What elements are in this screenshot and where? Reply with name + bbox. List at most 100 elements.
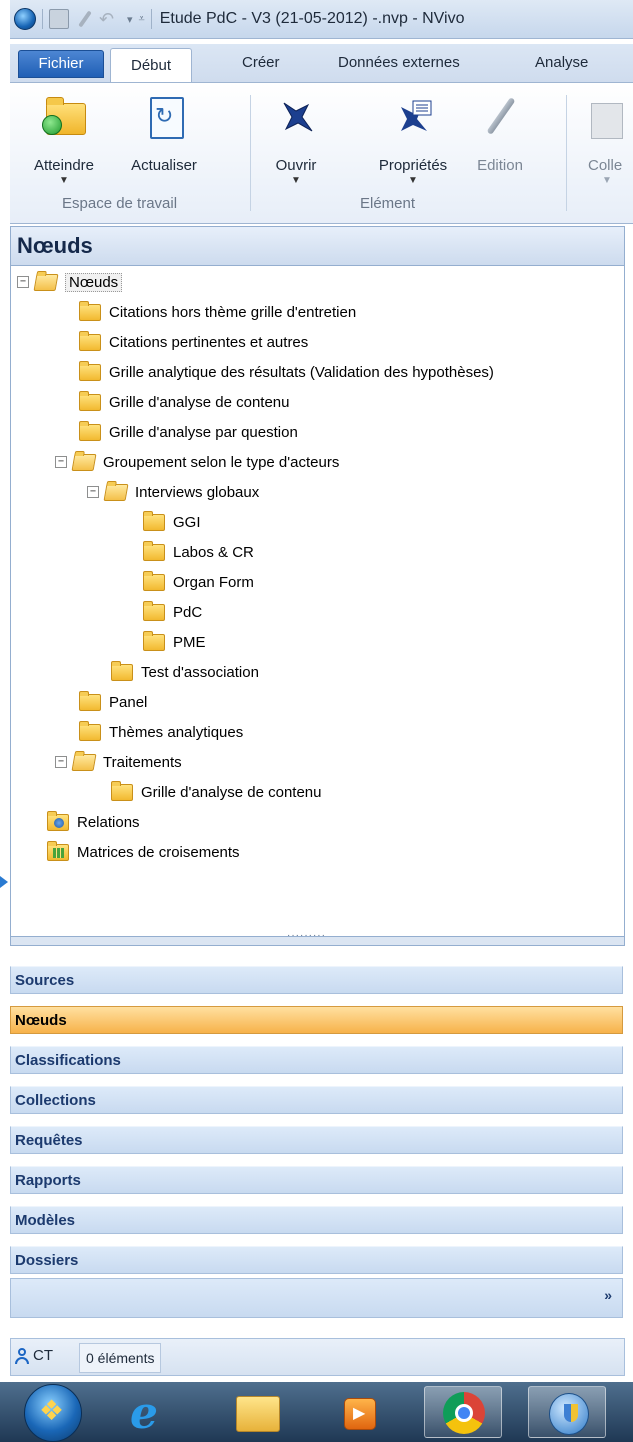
tree-item[interactable]: Citations pertinentes et autres — [79, 328, 308, 356]
tree-item-label: Grille d'analyse par question — [109, 423, 298, 441]
folder-icon — [79, 390, 101, 411]
tree-item[interactable]: − Interviews globaux — [87, 478, 259, 506]
taskbar-chrome[interactable] — [424, 1386, 502, 1438]
folder-icon — [79, 420, 101, 441]
properties-icon — [391, 95, 435, 139]
tab-donnees-externes[interactable]: Données externes — [338, 54, 460, 71]
tree-item[interactable]: − Groupement selon le type d'acteurs — [55, 448, 339, 476]
pen-icon[interactable] — [75, 10, 93, 28]
item-count: 0 éléments — [79, 1343, 162, 1373]
tree-item[interactable]: PdC — [143, 598, 202, 626]
folder-icon — [79, 360, 101, 381]
save-icon[interactable] — [49, 9, 69, 29]
title-bar: ↶ ▾ ⩡ Etude PdC - V3 (21-05-2012) -.nvp … — [10, 0, 633, 39]
tree-item[interactable]: Grille d'analyse de contenu — [79, 388, 289, 416]
relations-folder-icon — [47, 810, 69, 831]
nav-button-requetes[interactable]: Requêtes — [10, 1126, 623, 1154]
tree-item-label: Traitements — [103, 753, 182, 771]
tree-item[interactable]: PME — [143, 628, 206, 656]
tree-item[interactable]: − Traitements — [55, 748, 182, 776]
folder-go-icon — [42, 95, 86, 139]
tree-item[interactable]: Organ Form — [143, 568, 254, 596]
nav-header: Nœuds — [10, 226, 625, 266]
ouvrir-label: Ouvrir — [275, 157, 317, 174]
edition-label: Edition — [477, 157, 523, 174]
nav-more-bar[interactable]: » — [10, 1278, 623, 1318]
tree-item[interactable]: Thèmes analytiques — [79, 718, 243, 746]
matrix-folder-icon — [47, 840, 69, 861]
tree-item-label: Groupement selon le type d'acteurs — [103, 453, 340, 471]
tree-item-label: Test d'association — [141, 663, 259, 681]
taskbar: e — [0, 1382, 633, 1442]
tab-debut[interactable]: Début — [110, 48, 193, 83]
tree-item-label: PdC — [173, 603, 203, 621]
collapse-icon[interactable]: − — [55, 456, 67, 468]
nav-button-rapports[interactable]: Rapports — [10, 1166, 623, 1194]
tree-item-label: Panel — [109, 693, 148, 711]
tree-item[interactable]: Panel — [79, 688, 147, 716]
tree-item[interactable]: Test d'association — [111, 658, 259, 686]
folder-icon — [79, 300, 101, 321]
user-initials: CT — [33, 1347, 53, 1364]
undo-icon[interactable]: ↶ — [99, 10, 121, 28]
folder-open-icon — [71, 453, 97, 471]
tree-item[interactable]: Grille d'analyse de contenu — [111, 778, 321, 806]
tree-item-label: Matrices de croisements — [77, 843, 240, 861]
taskbar-nvivo[interactable] — [528, 1386, 606, 1438]
nav-button-collections[interactable]: Collections — [10, 1086, 623, 1114]
tree-item[interactable]: GGI — [143, 508, 201, 536]
tab-analyse[interactable]: Analyse — [535, 54, 588, 71]
folder-icon — [79, 690, 101, 711]
folder-open-icon — [33, 273, 59, 291]
folder-icon — [143, 510, 165, 531]
start-button-icon[interactable] — [24, 1384, 82, 1442]
tree-item-label: Grille d'analyse de contenu — [141, 783, 322, 801]
pane-splitter[interactable] — [10, 930, 625, 946]
pin-icon — [274, 95, 318, 139]
tree-item-label: Thèmes analytiques — [109, 723, 244, 741]
actualiser-button[interactable]: Actualiser — [114, 95, 214, 174]
ribbon-tabs: Fichier Début Créer Données externes Ana… — [10, 44, 633, 83]
tree-item[interactable]: Matrices de croisements — [47, 838, 240, 866]
collapse-icon[interactable]: − — [17, 276, 29, 288]
proprietes-button[interactable]: Propriétés ▼ — [363, 95, 463, 188]
nav-button-modeles[interactable]: Modèles — [10, 1206, 623, 1234]
nav-button-classifications[interactable]: Classifications — [10, 1046, 623, 1074]
tree-item[interactable]: Labos & CR — [143, 538, 254, 566]
nav-button-dossiers[interactable]: Dossiers — [10, 1246, 623, 1274]
tab-creer[interactable]: Créer — [242, 54, 280, 71]
pencil-icon — [478, 95, 522, 139]
atteindre-button[interactable]: Atteindre ▼ — [14, 95, 114, 188]
folder-icon — [79, 720, 101, 741]
tree-item[interactable]: Grille analytique des résultats (Validat… — [79, 358, 494, 386]
taskbar-media-player[interactable] — [320, 1386, 398, 1438]
more-options-icon[interactable]: » — [604, 1287, 612, 1303]
nav-button-sources[interactable]: Sources — [10, 966, 623, 994]
tab-file[interactable]: Fichier — [18, 50, 104, 78]
group-label-element: Elément — [360, 195, 416, 212]
ouvrir-button[interactable]: Ouvrir ▼ — [246, 95, 346, 188]
taskbar-explorer[interactable] — [218, 1386, 296, 1438]
status-bar: CT 0 éléments — [10, 1338, 625, 1376]
nav-title: Nœuds — [17, 233, 93, 258]
group-separator — [566, 95, 567, 211]
edition-button[interactable]: Edition — [462, 95, 538, 174]
chevron-down-icon: ▼ — [602, 175, 612, 186]
customize-toolbar-icon[interactable]: ⩡ — [139, 13, 145, 26]
taskbar-ie[interactable]: e — [112, 1386, 190, 1439]
app-icon[interactable] — [14, 8, 36, 30]
coller-button[interactable]: Colle ▼ — [572, 95, 633, 188]
chevron-down-icon[interactable]: ▾ — [127, 13, 133, 26]
tree-item[interactable]: Relations — [47, 808, 140, 836]
folder-open-icon — [103, 483, 129, 501]
collapse-icon[interactable]: − — [55, 756, 67, 768]
user-indicator[interactable]: CT — [15, 1347, 53, 1364]
tree-item-label: Organ Form — [173, 573, 254, 591]
tree-item[interactable]: − Nœuds — [17, 268, 123, 296]
tree-item-label: Grille d'analyse de contenu — [109, 393, 290, 411]
nav-button-noeuds[interactable]: Nœuds — [10, 1006, 623, 1034]
tree-item[interactable]: Grille d'analyse par question — [79, 418, 298, 446]
atteindre-label: Atteindre — [33, 157, 95, 174]
tree-item[interactable]: Citations hors thème grille d'entretien — [79, 298, 356, 326]
collapse-icon[interactable]: − — [87, 486, 99, 498]
